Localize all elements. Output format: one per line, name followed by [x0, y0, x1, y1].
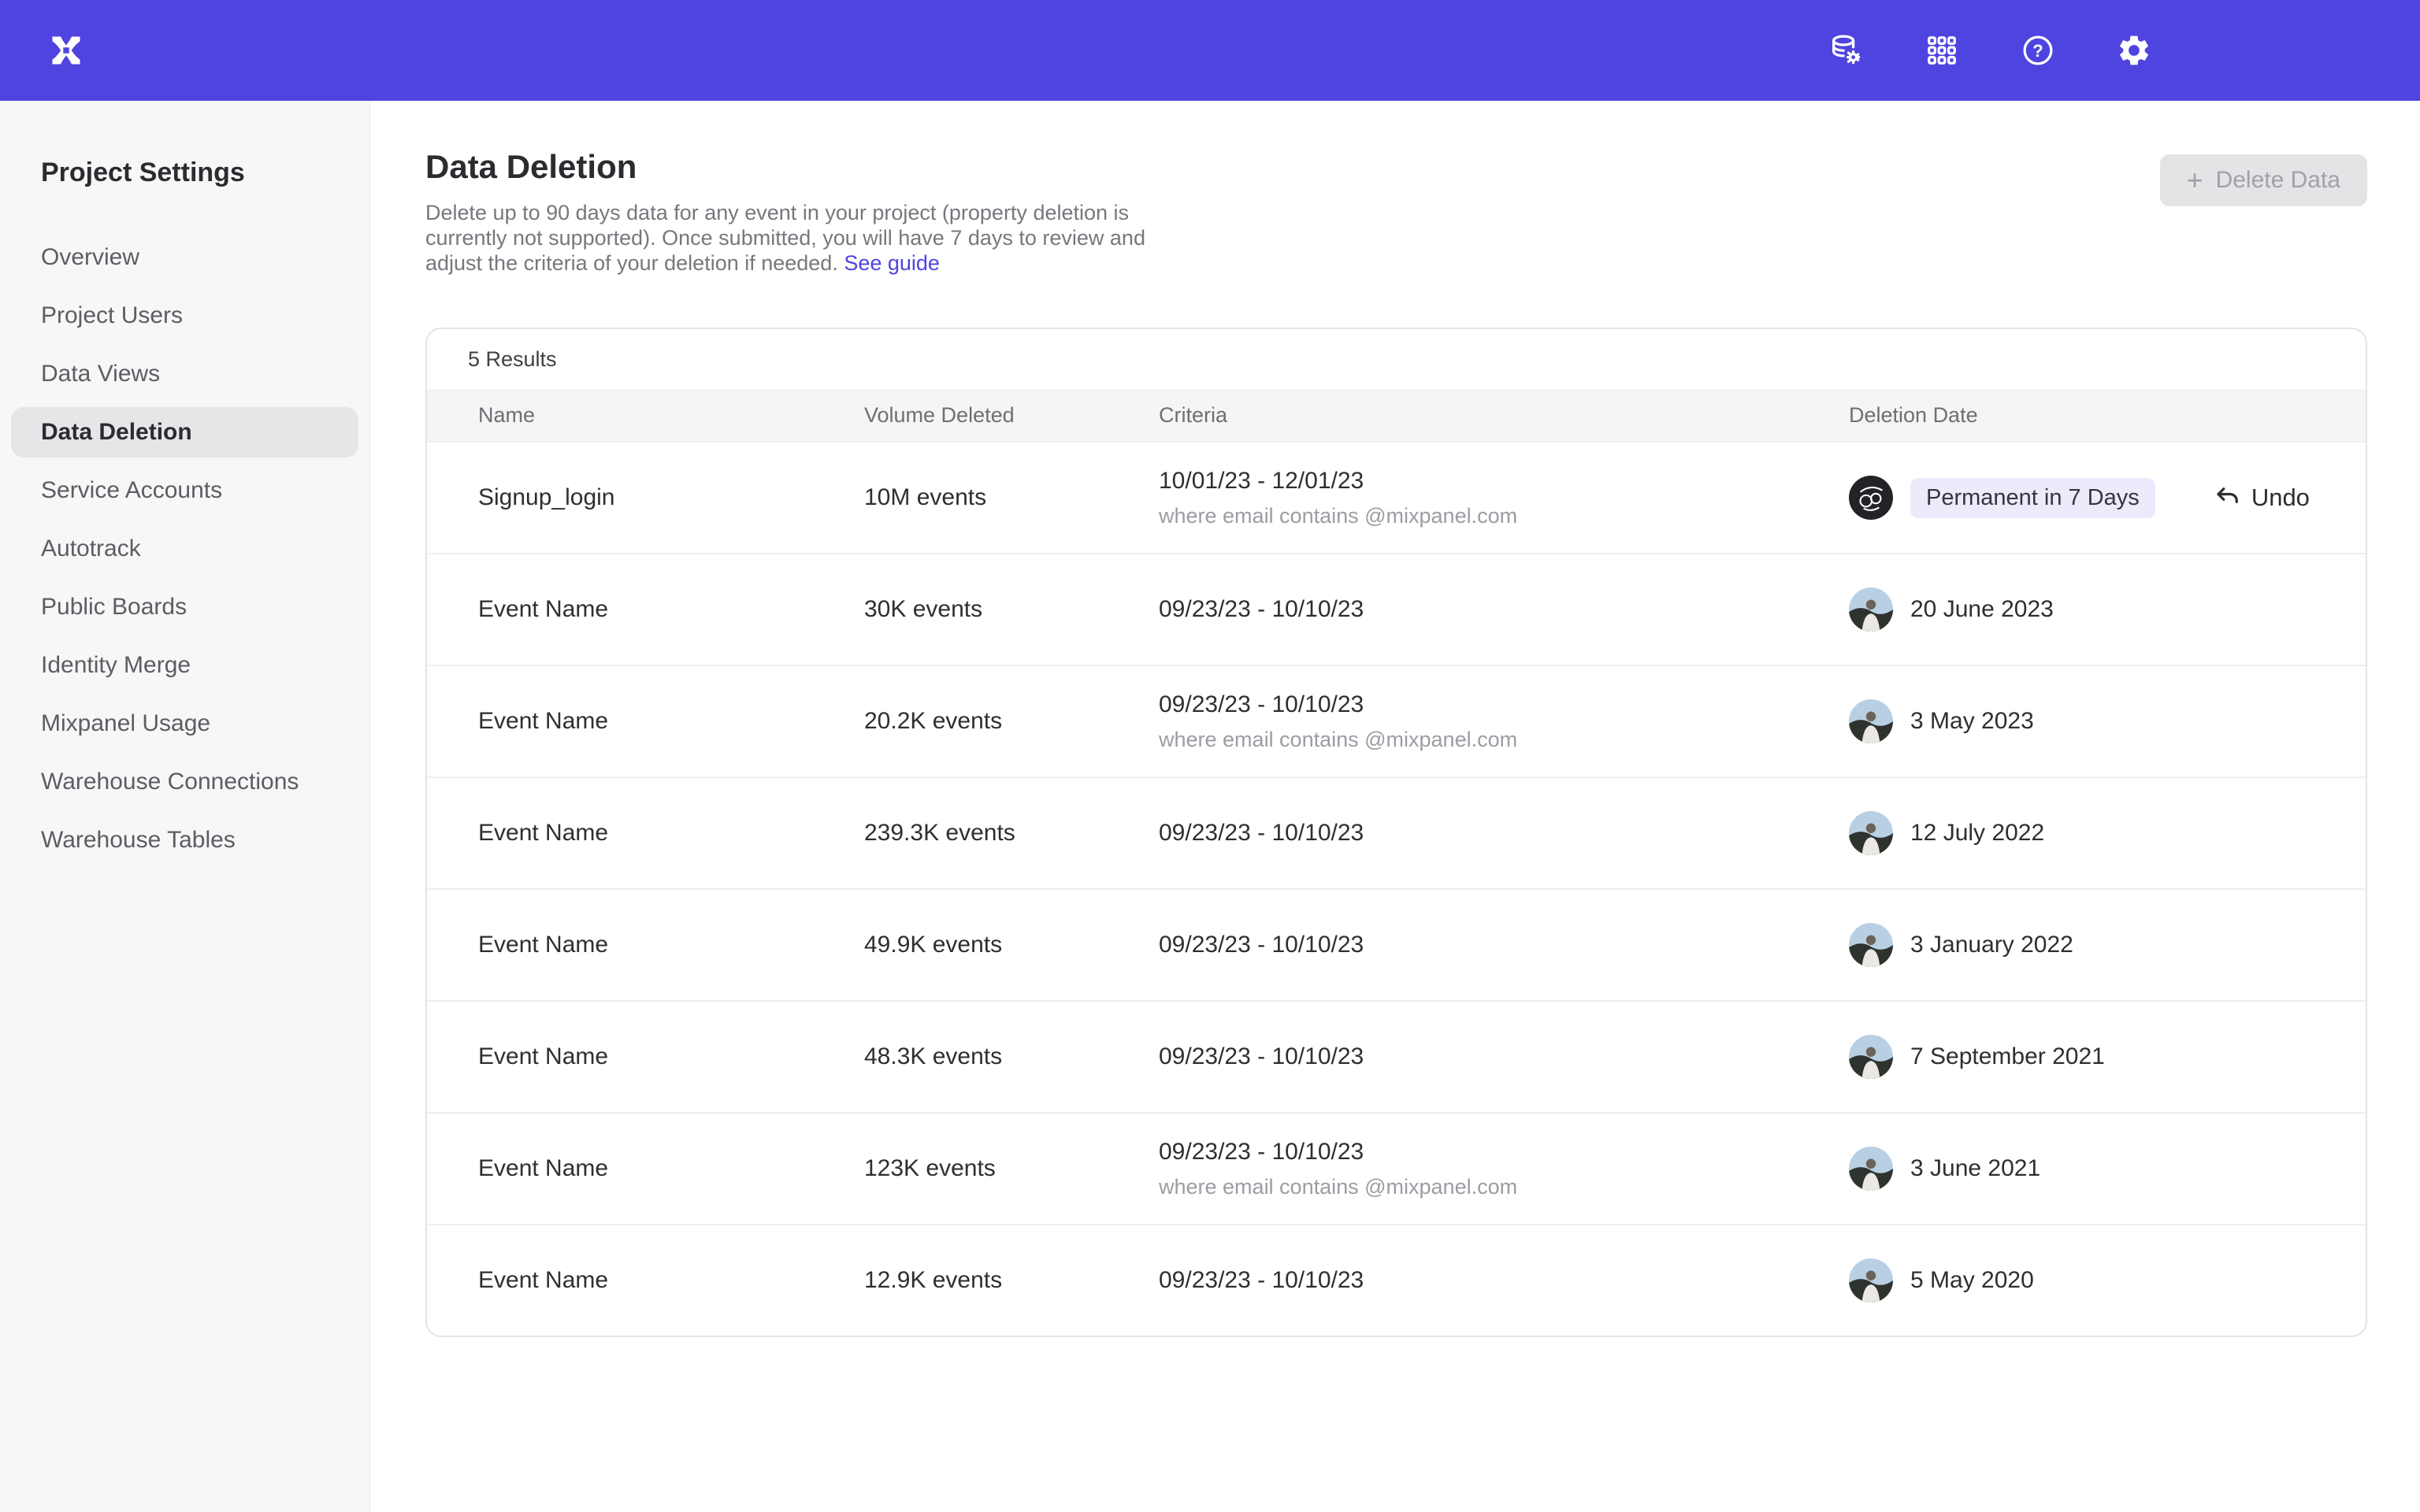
deletion-date: 12 July 2022 [1910, 820, 2044, 847]
avatar [1849, 1258, 1893, 1303]
sidebar-item-overview[interactable]: Overview [11, 232, 358, 283]
row-volume: 12.9K events [864, 1267, 1159, 1294]
row-name: Event Name [478, 820, 864, 847]
deletion-date: 3 January 2022 [1910, 932, 2073, 958]
row-volume: 10M events [864, 484, 1159, 511]
row-name: Event Name [478, 1267, 864, 1294]
row-criteria: 09/23/23 - 10/10/23 [1159, 932, 1849, 958]
delete-data-button[interactable]: + Delete Data [2160, 154, 2367, 206]
delete-data-button-label: Delete Data [2216, 167, 2340, 194]
main-content: Data Deletion Delete up to 90 days data … [370, 101, 2420, 1512]
help-icon[interactable]: ? [2020, 32, 2056, 69]
sidebar-item-autotrack[interactable]: Autotrack [11, 524, 358, 574]
mixpanel-logo-icon[interactable] [44, 28, 88, 72]
description-line: Delete up to 90 days data for any event … [425, 201, 1129, 224]
undo-icon [2214, 484, 2242, 512]
row-volume: 20.2K events [864, 708, 1159, 735]
sidebar-item-project-users[interactable]: Project Users [11, 291, 358, 341]
table-row: Event Name 123K events 09/23/23 - 10/10/… [427, 1112, 2366, 1224]
table-row: Event Name 20.2K events 09/23/23 - 10/10… [427, 665, 2366, 776]
row-volume: 48.3K events [864, 1043, 1159, 1070]
column-header-deletion-date: Deletion Date [1849, 403, 2366, 428]
row-volume: 239.3K events [864, 820, 1159, 847]
column-header-criteria: Criteria [1159, 403, 1849, 428]
row-name: Event Name [478, 1043, 864, 1070]
table-row: Event Name 239.3K events 09/23/23 - 10/1… [427, 776, 2366, 888]
table-row: Signup_login 10M events 10/01/23 - 12/01… [427, 441, 2366, 553]
table-row: Event Name 48.3K events 09/23/23 - 10/10… [427, 1000, 2366, 1112]
database-gear-icon[interactable] [1828, 32, 1864, 69]
sidebar-item-warehouse-connections[interactable]: Warehouse Connections [11, 757, 358, 807]
avatar [1849, 699, 1893, 743]
table-row: Event Name 12.9K events 09/23/23 - 10/10… [427, 1224, 2366, 1336]
table-row: Event Name 30K events 09/23/23 - 10/10/2… [427, 553, 2366, 665]
avatar [1849, 811, 1893, 855]
deletion-table-card: 5 Results Name Volume Deleted Criteria D… [425, 328, 2367, 1337]
status-badge: Permanent in 7 Days [1910, 478, 2155, 518]
row-criteria: 09/23/23 - 10/10/23 [1159, 820, 1849, 847]
sidebar-nav: Overview Project Users Data Views Data D… [11, 232, 358, 865]
sidebar-item-service-accounts[interactable]: Service Accounts [11, 465, 358, 516]
sidebar-item-warehouse-tables[interactable]: Warehouse Tables [11, 815, 358, 865]
row-name: Event Name [478, 596, 864, 623]
sidebar-item-mixpanel-usage[interactable]: Mixpanel Usage [11, 699, 358, 749]
sidebar-item-identity-merge[interactable]: Identity Merge [11, 640, 358, 691]
row-criteria: 09/23/23 - 10/10/23 [1159, 596, 1849, 623]
row-criteria-filter: where email contains @mixpanel.com [1159, 1175, 1849, 1199]
page-description: Delete up to 90 days data for any event … [425, 200, 1145, 276]
table-header-row: Name Volume Deleted Criteria Deletion Da… [427, 389, 2366, 441]
deletion-date: 20 June 2023 [1910, 596, 2054, 623]
deletion-date: 3 May 2023 [1910, 708, 2034, 735]
sidebar: Project Settings Overview Project Users … [0, 101, 370, 1512]
plus-icon: + [2187, 166, 2203, 195]
row-name: Signup_login [478, 484, 864, 511]
row-criteria: 10/01/23 - 12/01/23 [1159, 468, 1849, 495]
row-name: Event Name [478, 708, 864, 735]
row-name: Event Name [478, 932, 864, 958]
avatar [1849, 587, 1893, 632]
undo-label: Undo [2251, 484, 2310, 512]
column-header-name: Name [478, 403, 864, 428]
deletion-date: 5 May 2020 [1910, 1267, 2034, 1294]
row-criteria: 09/23/23 - 10/10/23 [1159, 1139, 1849, 1166]
deletion-date: 7 September 2021 [1910, 1043, 2105, 1070]
description-line: adjust the criteria of your deletion if … [425, 251, 844, 275]
svg-text:?: ? [2032, 41, 2043, 61]
topbar-icon-group: ? [1828, 32, 2152, 69]
row-volume: 30K events [864, 596, 1159, 623]
deletion-date: 3 June 2021 [1910, 1155, 2040, 1182]
row-criteria-filter: where email contains @mixpanel.com [1159, 504, 1849, 528]
table-row: Event Name 49.9K events 09/23/23 - 10/10… [427, 888, 2366, 1000]
avatar [1849, 1147, 1893, 1191]
row-volume: 49.9K events [864, 932, 1159, 958]
apps-grid-icon[interactable] [1924, 32, 1960, 69]
column-header-volume: Volume Deleted [864, 403, 1159, 428]
row-criteria: 09/23/23 - 10/10/23 [1159, 691, 1849, 718]
see-guide-link[interactable]: See guide [844, 251, 940, 275]
page-title: Data Deletion [425, 148, 1145, 186]
row-criteria-filter: where email contains @mixpanel.com [1159, 728, 1849, 752]
results-count: 5 Results [427, 329, 2366, 389]
sidebar-item-public-boards[interactable]: Public Boards [11, 582, 358, 632]
row-criteria: 09/23/23 - 10/10/23 [1159, 1043, 1849, 1070]
row-criteria: 09/23/23 - 10/10/23 [1159, 1267, 1849, 1294]
undo-button[interactable]: Undo [2214, 484, 2310, 512]
row-volume: 123K events [864, 1155, 1159, 1182]
topbar: ? [0, 0, 2420, 101]
sidebar-item-data-deletion[interactable]: Data Deletion [11, 407, 358, 458]
avatar [1849, 1035, 1893, 1079]
settings-gear-icon[interactable] [2116, 32, 2152, 69]
row-name: Event Name [478, 1155, 864, 1182]
description-line: currently not supported). Once submitted… [425, 226, 1145, 250]
sidebar-title: Project Settings [11, 158, 358, 188]
avatar [1849, 476, 1893, 520]
avatar [1849, 923, 1893, 967]
sidebar-item-data-views[interactable]: Data Views [11, 349, 358, 399]
